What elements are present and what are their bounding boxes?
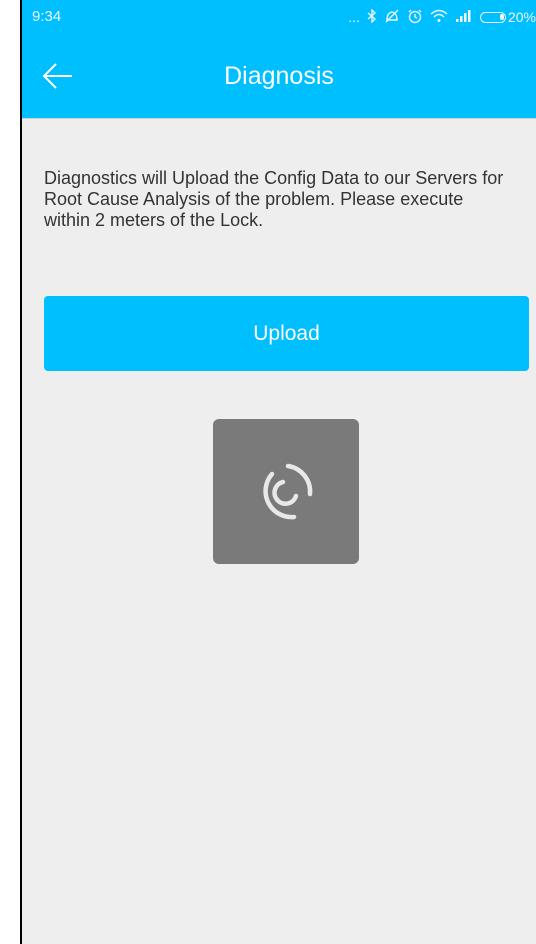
app-bar: Diagnosis (22, 34, 536, 119)
battery-icon (479, 11, 506, 23)
do-not-disturb-icon (384, 8, 400, 26)
battery-indicator: 20% (479, 9, 536, 25)
status-bar: 9:34 ... 20% (22, 0, 536, 34)
status-icons: ... 20% (348, 6, 536, 28)
battery-percent: 20% (507, 9, 536, 25)
wifi-icon (430, 9, 448, 25)
page-title: Diagnosis (224, 62, 334, 90)
status-time: 9:34 (32, 8, 62, 25)
diagnostics-description: Diagnostics will Upload the Config Data … (44, 168, 504, 230)
upload-button[interactable]: Upload (44, 296, 529, 371)
bluetooth-icon (367, 8, 377, 25)
signal-icon (455, 9, 473, 25)
alarm-icon (407, 8, 423, 26)
spinner-icon (263, 463, 313, 519)
app-screen: 9:34 ... 20% Diagnosis Diagnostics will … (20, 0, 536, 944)
more-icon: ... (348, 9, 360, 25)
loading-dialog (213, 419, 359, 564)
